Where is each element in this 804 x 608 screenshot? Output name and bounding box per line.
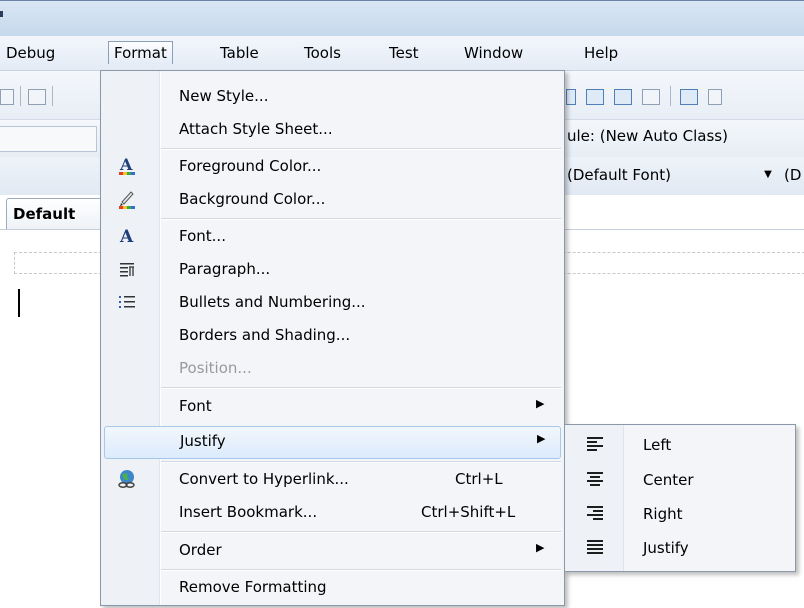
paragraph-icon (116, 258, 138, 282)
menu-item-font[interactable]: A Font... (102, 221, 563, 254)
toolbar-preview-icon[interactable] (28, 89, 46, 105)
menu-debug[interactable]: Debug (0, 42, 61, 64)
menu-separator (161, 461, 561, 463)
menu-item-order[interactable]: Order ▶ (102, 535, 563, 568)
svg-text:A: A (119, 227, 134, 247)
font-name-combo[interactable]: (Default Font) (567, 164, 671, 186)
menu-item-label: Borders and Shading... (179, 326, 351, 344)
toolbar-validate-icon[interactable] (680, 89, 698, 105)
submenu-item-label: Right (643, 505, 683, 523)
menu-item-paragraph[interactable]: Paragraph... (102, 254, 563, 287)
justify-submenu: Left Center Right Justify (564, 424, 796, 572)
title-bar-icon (0, 11, 3, 17)
menu-item-label: Position... (179, 359, 252, 377)
menu-test[interactable]: Test (383, 42, 425, 64)
hyperlink-icon (116, 468, 138, 492)
menu-item-foreground-color[interactable]: A Foreground Color... (102, 151, 563, 184)
submenu-arrow-icon: ▶ (537, 432, 546, 445)
toolbar-comment-icon[interactable] (614, 89, 632, 105)
align-justify-icon (587, 540, 605, 556)
font-icon: A (116, 225, 138, 249)
svg-text:A: A (119, 155, 133, 174)
target-rule-label[interactable]: ule: (New Auto Class) (567, 127, 728, 145)
submenu-item-left[interactable]: Left (566, 429, 794, 462)
menu-item-label: Foreground Color... (179, 157, 322, 175)
menu-item-shortcut: Ctrl+L (455, 470, 503, 488)
foreground-color-icon: A (116, 155, 138, 179)
submenu-item-right[interactable]: Right (566, 498, 794, 531)
menu-format[interactable]: Format (108, 41, 173, 64)
menu-separator (161, 569, 561, 571)
menu-separator (161, 218, 561, 220)
menu-item-label: Justify (180, 432, 226, 450)
menu-separator (161, 148, 561, 150)
menu-item-position: Position... (102, 353, 563, 386)
toolbar-separator (20, 86, 21, 106)
font-size-combo[interactable]: (D (784, 164, 804, 186)
submenu-item-center[interactable]: Center (566, 464, 794, 497)
toolbar-print-icon[interactable] (0, 89, 14, 105)
toolbar-indent-icon[interactable] (566, 89, 576, 105)
menu-help[interactable]: Help (578, 42, 624, 64)
menu-item-convert-to-hyperlink[interactable]: Convert to Hyperlink... Ctrl+L (102, 464, 563, 497)
menu-item-label: Background Color... (179, 190, 326, 208)
text-caret (18, 289, 20, 317)
menu-bar: Debug Format Table Tools Test Window Hel… (0, 36, 804, 71)
toolbar-separator (52, 86, 53, 106)
menu-item-insert-bookmark[interactable]: Insert Bookmark... Ctrl+Shift+L (102, 497, 563, 530)
align-right-icon (587, 506, 605, 522)
align-center-icon (587, 472, 605, 488)
tab-default[interactable]: Default (6, 198, 110, 229)
submenu-item-label: Justify (643, 539, 689, 557)
submenu-item-justify[interactable]: Justify (566, 532, 794, 565)
background-color-icon (116, 188, 138, 212)
menu-item-borders-and-shading[interactable]: Borders and Shading... (102, 320, 563, 353)
menu-item-label: Bullets and Numbering... (179, 293, 366, 311)
submenu-item-label: Left (643, 436, 672, 454)
menu-item-new-style[interactable]: New Style... (102, 81, 563, 114)
menu-item-background-color[interactable]: Background Color... (102, 184, 563, 217)
menu-tools[interactable]: Tools (298, 42, 347, 64)
menu-item-label: Remove Formatting (179, 578, 327, 596)
menu-item-label: Insert Bookmark... (179, 503, 318, 521)
menu-separator (161, 387, 561, 389)
toolbar-separator (670, 86, 671, 106)
submenu-item-label: Center (643, 471, 694, 489)
menu-item-label: Attach Style Sheet... (179, 120, 333, 138)
title-bar (0, 0, 804, 37)
toolbar-uncomment-icon[interactable] (642, 89, 660, 105)
align-left-icon (587, 437, 605, 453)
chevron-down-icon[interactable]: ▼ (762, 164, 774, 186)
menu-item-shortcut: Ctrl+Shift+L (421, 503, 516, 521)
menu-item-bullets-and-numbering[interactable]: Bullets and Numbering... (102, 287, 563, 320)
menu-item-justify[interactable]: Justify ▶ (104, 426, 561, 459)
format-menu: New Style... Attach Style Sheet... A For… (100, 70, 565, 606)
menu-item-attach-style-sheet[interactable]: Attach Style Sheet... (102, 114, 563, 147)
toolbar-properties-icon[interactable] (708, 89, 722, 105)
menu-item-label: Font (179, 397, 212, 415)
menu-table[interactable]: Table (214, 42, 265, 64)
menu-item-label: Font... (179, 227, 226, 245)
menu-separator (161, 531, 561, 533)
menu-item-remove-formatting[interactable]: Remove Formatting (102, 572, 563, 605)
menu-item-label: New Style... (179, 87, 269, 105)
target-rule-combo[interactable] (0, 126, 97, 152)
menu-item-label: Paragraph... (179, 260, 271, 278)
toolbar-outdent-icon[interactable] (586, 89, 604, 105)
menu-item-label: Convert to Hyperlink... (179, 470, 349, 488)
bullets-icon (116, 291, 138, 315)
submenu-arrow-icon: ▶ (536, 541, 545, 554)
submenu-arrow-icon: ▶ (536, 397, 545, 410)
menu-item-label: Order (179, 541, 222, 559)
menu-item-font-submenu[interactable]: Font ▶ (102, 391, 563, 424)
menu-window[interactable]: Window (458, 42, 529, 64)
